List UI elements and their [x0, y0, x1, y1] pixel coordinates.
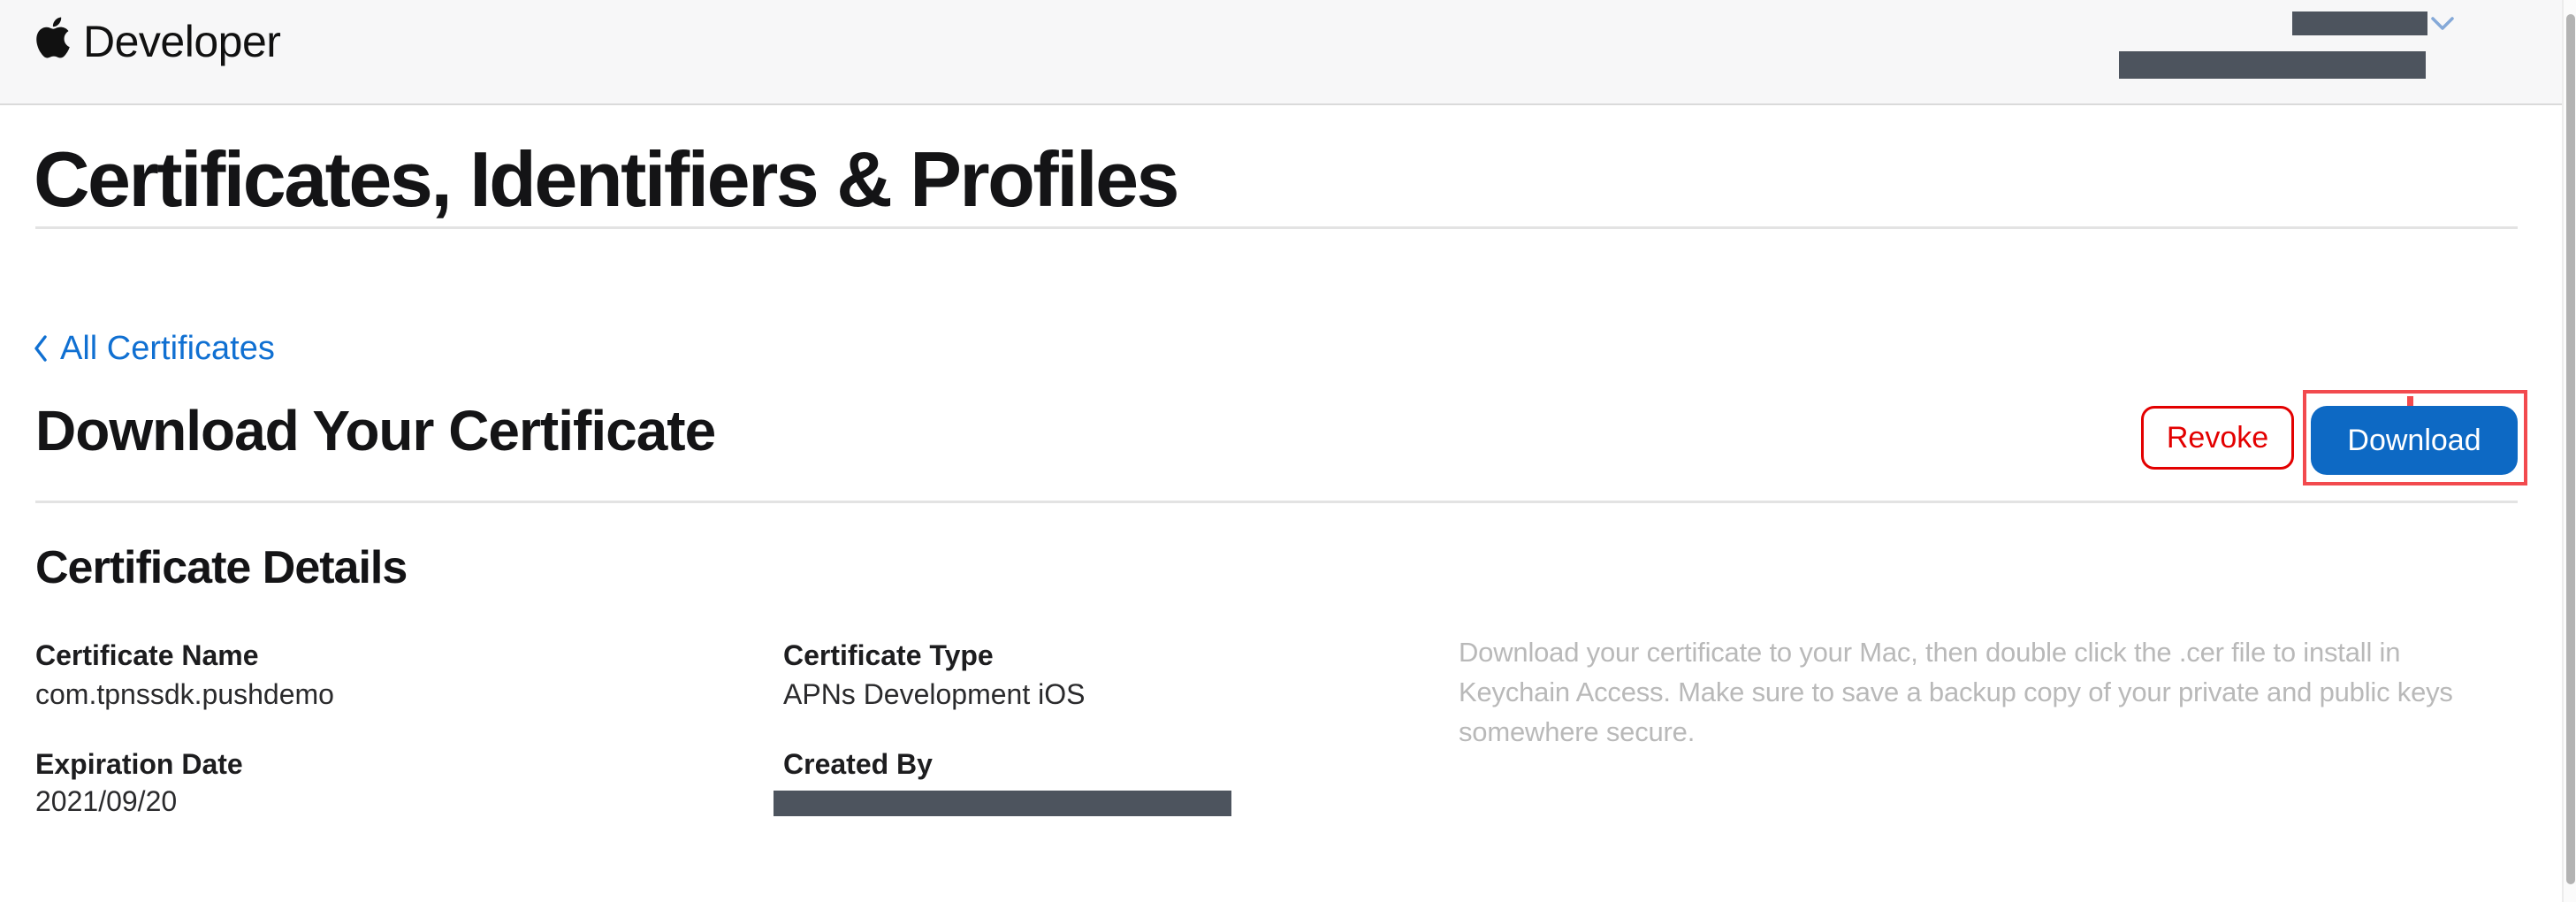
help-text-line: Keychain Access. Make sure to save a bac… [1459, 672, 2453, 712]
chevron-down-icon[interactable] [2429, 13, 2456, 34]
top-nav: Developer [0, 0, 2576, 105]
apple-icon[interactable] [33, 14, 73, 61]
certificate-name-value: com.tpnssdk.pushdemo [35, 677, 334, 711]
expiration-date-value: 2021/09/20 [35, 784, 177, 818]
account-team-redacted [2119, 51, 2426, 79]
nav-brand-developer[interactable]: Developer [83, 15, 280, 68]
revoke-button[interactable]: Revoke [2141, 406, 2294, 470]
section-divider [35, 501, 2518, 503]
chevron-left-icon [32, 333, 50, 363]
created-by-redacted [774, 791, 1231, 816]
scrollbar-thumb[interactable] [2566, 14, 2575, 884]
breadcrumb-label: All Certificates [60, 329, 275, 368]
created-by-label: Created By [783, 747, 933, 781]
download-button[interactable]: Download [2311, 406, 2518, 475]
certificate-type-value: APNs Development iOS [783, 677, 1085, 711]
annotation-tick-mark [2407, 396, 2413, 406]
section-title: Download Your Certificate [35, 400, 715, 462]
account-name-redacted[interactable] [2292, 11, 2427, 35]
breadcrumb-all-certificates[interactable]: All Certificates [32, 329, 275, 368]
details-heading: Certificate Details [35, 542, 407, 593]
help-text-line: Download your certificate to your Mac, t… [1459, 632, 2400, 672]
help-text-line: somewhere secure. [1459, 712, 1695, 752]
page-title: Certificates, Identifiers & Profiles [34, 137, 1177, 222]
page: Developer Certificates, Identifiers & Pr… [0, 0, 2576, 902]
certificate-name-label: Certificate Name [35, 638, 259, 672]
expiration-date-label: Expiration Date [35, 747, 243, 781]
certificate-type-label: Certificate Type [783, 638, 994, 672]
title-divider [35, 226, 2518, 229]
